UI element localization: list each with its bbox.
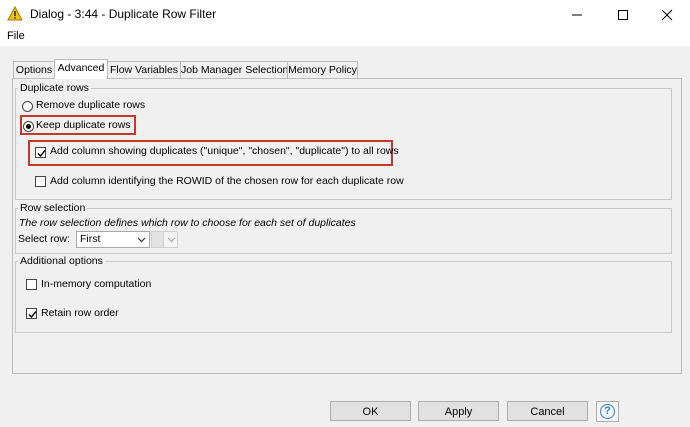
menu-file[interactable]: File [7,30,25,42]
tab-job-manager-selection[interactable]: Job Manager Selection [180,61,288,78]
ok-button[interactable]: OK [330,401,411,421]
secondary-select-dropdown [151,231,178,248]
menu-bar: File [0,29,690,45]
row-selection-description: The row selection defines which row to c… [19,217,356,229]
in-memory-label: In-memory computation [41,278,152,290]
app-icon [7,5,23,22]
additional-options-title: Additional options [18,255,105,267]
tab-options[interactable]: Options [13,61,55,78]
close-window-button[interactable] [644,0,690,29]
add-rowid-label: Add column identifying the ROWID of the … [50,175,404,187]
keep-duplicates-label: Keep duplicate rows [36,119,131,131]
select-row-value: First [80,233,101,245]
cancel-button[interactable]: Cancel [507,401,588,421]
minimize-button[interactable] [554,0,600,29]
dialog-body: Options Advanced Flow Variables Job Mana… [0,46,690,427]
remove-duplicates-label: Remove duplicate rows [36,99,146,111]
checkmark-icon [37,150,46,158]
chevron-down-icon [167,237,176,243]
tab-flow-variables[interactable]: Flow Variables [107,61,181,78]
tab-memory-policy[interactable]: Memory Policy [287,61,358,78]
row-selection-title: Row selection [18,202,88,214]
duplicate-rows-title: Duplicate rows [18,82,91,94]
help-icon: ? [600,404,615,419]
tab-advanced[interactable]: Advanced [54,59,108,79]
in-memory-checkbox[interactable] [26,279,37,290]
keep-duplicates-radio[interactable] [23,121,34,132]
select-row-dropdown[interactable]: First [76,231,150,248]
checkmark-icon [28,311,37,319]
additional-options-group [15,261,672,333]
window-title: Dialog - 3:44 - Duplicate Row Filter [30,7,217,21]
maximize-icon [618,10,628,20]
minimize-icon [572,14,582,16]
select-row-label: Select row: [18,233,70,245]
apply-button[interactable]: Apply [418,401,499,421]
add-column-label: Add column showing duplicates ("unique",… [50,145,399,157]
chevron-down-icon [137,237,146,243]
add-column-checkbox[interactable] [35,147,46,158]
remove-duplicates-radio[interactable] [22,101,33,112]
title-bar: Dialog - 3:44 - Duplicate Row Filter [0,0,690,29]
retain-order-label: Retain row order [41,307,119,319]
add-rowid-checkbox[interactable] [35,176,46,187]
maximize-button[interactable] [600,0,646,29]
retain-order-checkbox[interactable] [26,308,37,319]
help-button[interactable]: ? [596,401,619,422]
close-icon [661,9,673,21]
